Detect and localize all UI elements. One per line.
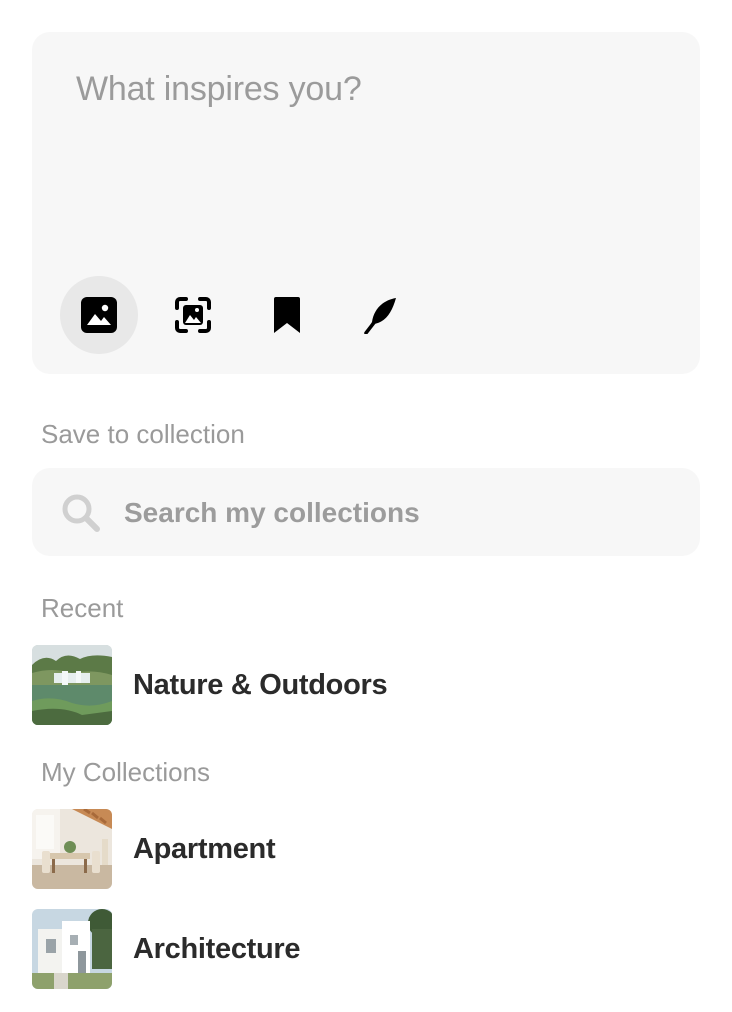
recent-heading: Recent: [41, 593, 124, 623]
search-input[interactable]: [122, 468, 686, 558]
search-icon: [60, 492, 102, 539]
collection-name: Architecture: [133, 932, 301, 965]
bookmark-button[interactable]: [248, 276, 326, 354]
waterfall-thumbnail: [32, 645, 112, 725]
composer-input[interactable]: What inspires you?: [76, 70, 362, 109]
quill-icon: [362, 296, 400, 334]
quill-button[interactable]: [342, 276, 420, 354]
collection-search[interactable]: [32, 468, 700, 558]
scan-image-button[interactable]: [154, 276, 232, 354]
image-icon: [80, 296, 118, 334]
architecture-thumbnail: [32, 909, 112, 989]
collection-item-architecture[interactable]: Architecture: [32, 909, 700, 989]
scan-image-icon: [174, 296, 212, 334]
apartment-thumbnail: [32, 809, 112, 889]
collection-name: Nature & Outdoors: [133, 668, 388, 701]
collection-item-nature-outdoors[interactable]: Nature & Outdoors: [32, 645, 700, 725]
bookmark-icon: [271, 296, 303, 334]
save-to-collection-heading: Save to collection: [41, 419, 245, 449]
image-button[interactable]: [60, 276, 138, 354]
my-collections-heading: My Collections: [41, 757, 211, 787]
collection-name: Apartment: [133, 832, 276, 865]
post-composer[interactable]: What inspires you?: [32, 32, 700, 374]
collection-item-apartment[interactable]: Apartment: [32, 809, 700, 889]
